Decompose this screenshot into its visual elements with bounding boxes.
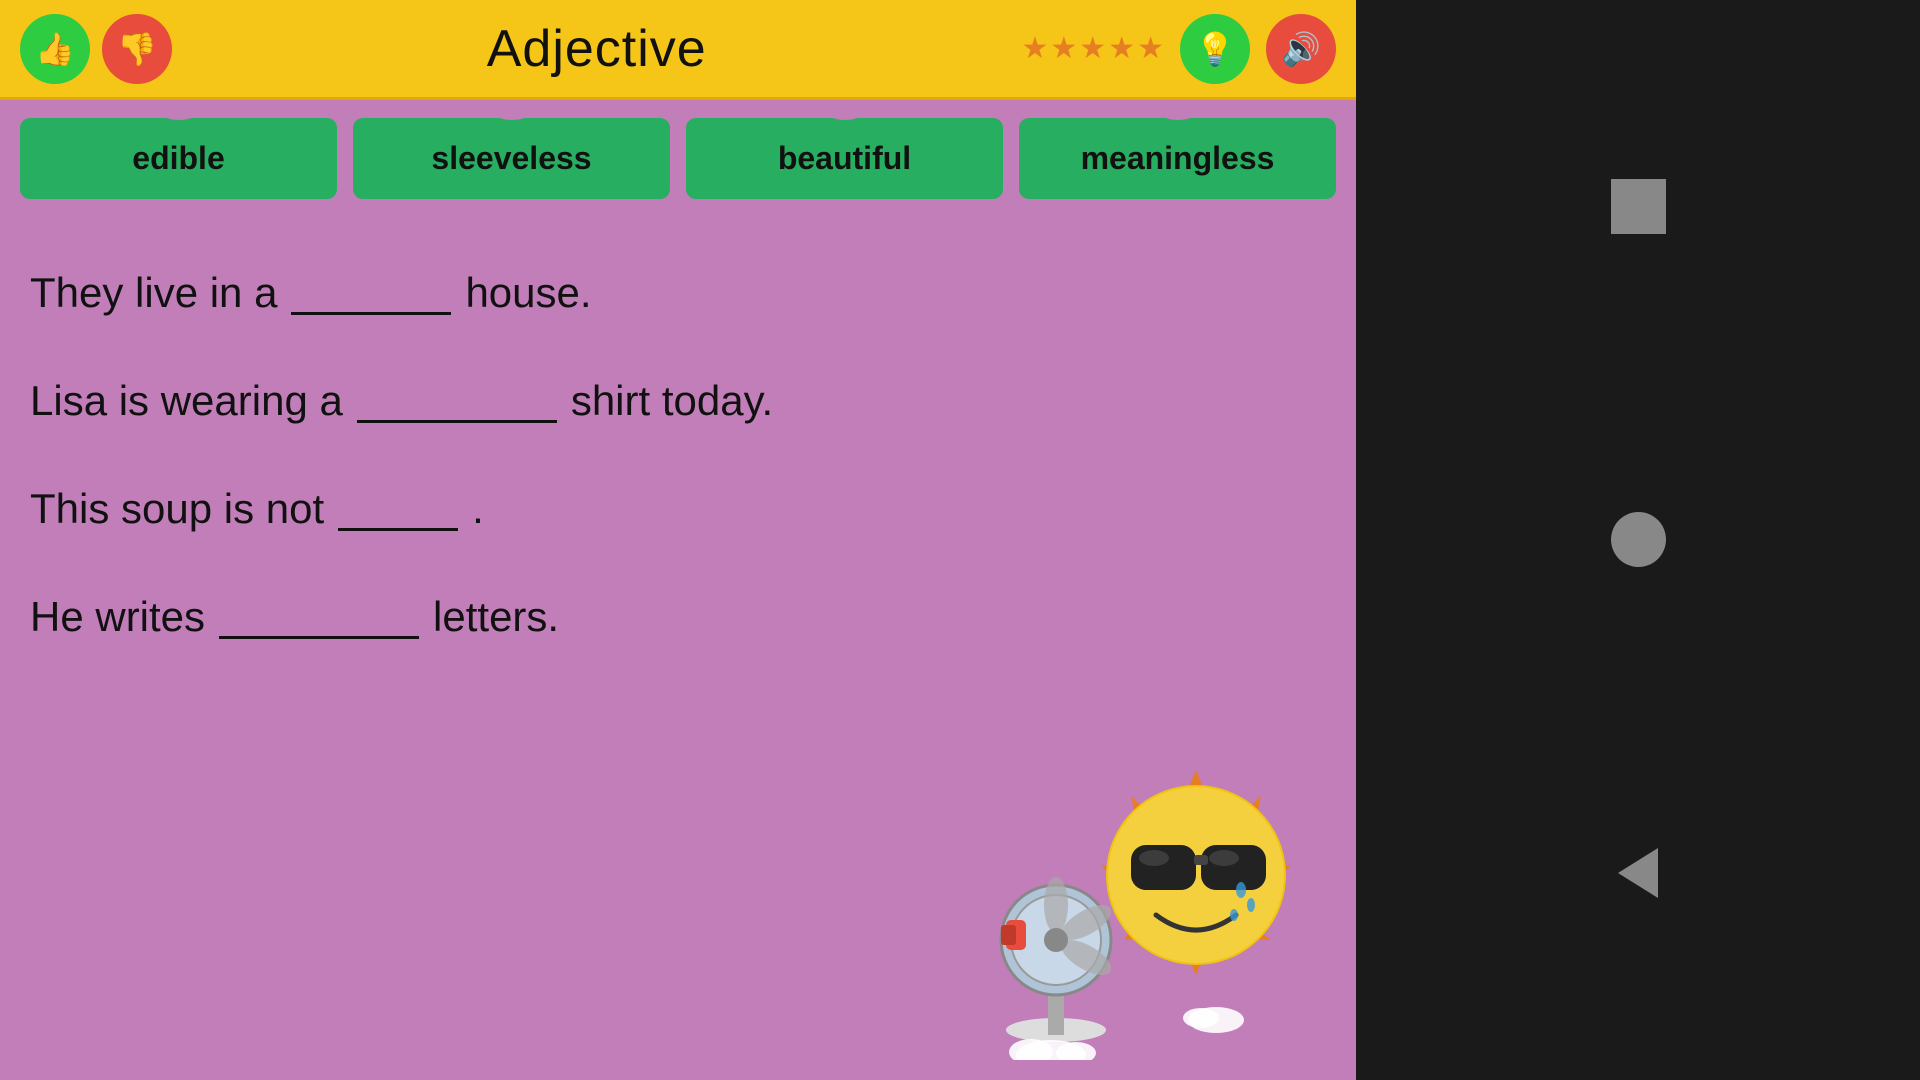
word-sleeveless-label: sleeveless: [431, 140, 591, 176]
sentence-3: This soup is not .: [30, 455, 1326, 563]
thumbs-down-icon: 👎: [117, 30, 157, 68]
sentence-1: They live in a house.: [30, 239, 1326, 347]
star-4: ★: [1108, 31, 1135, 66]
header-left-controls: 👍 👎: [20, 14, 172, 84]
star-5: ★: [1137, 31, 1164, 66]
hint-button[interactable]: 💡: [1180, 14, 1250, 84]
word-meaningless-button[interactable]: meaningless: [1019, 118, 1336, 199]
square-button[interactable]: [1611, 179, 1666, 234]
sound-button[interactable]: 🔊: [1266, 14, 1336, 84]
thumbs-up-button[interactable]: 👍: [20, 14, 90, 84]
header-bar: 👍 👎 Adjective ★ ★ ★ ★ ★ 💡 🔊: [0, 0, 1356, 100]
word-meaningless-label: meaningless: [1081, 140, 1275, 176]
sentence-1-before: They live in a: [30, 269, 277, 317]
word-sleeveless-button[interactable]: sleeveless: [353, 118, 670, 199]
lightbulb-icon: 💡: [1195, 30, 1235, 68]
word-edible-button[interactable]: edible: [20, 118, 337, 199]
sentence-1-after: house.: [465, 269, 591, 317]
sentence-4-after: letters.: [433, 593, 559, 641]
word-edible-label: edible: [132, 140, 224, 176]
star-2: ★: [1050, 31, 1077, 66]
page-title: Adjective: [172, 19, 1021, 79]
sentence-3-after: .: [472, 485, 484, 533]
thumbs-up-icon: 👍: [35, 30, 75, 68]
sentence-3-blank[interactable]: [338, 523, 458, 531]
word-beautiful-label: beautiful: [778, 140, 911, 176]
sentence-1-blank[interactable]: [291, 307, 451, 315]
sidebar-navigation: [1356, 0, 1920, 1080]
sentence-4-blank[interactable]: [219, 631, 419, 639]
star-3: ★: [1079, 31, 1106, 66]
thumbs-down-button[interactable]: 👎: [102, 14, 172, 84]
word-choices: edible sleeveless beautiful meaningless: [0, 100, 1356, 209]
back-arrow-icon: [1618, 848, 1658, 898]
word-beautiful-button[interactable]: beautiful: [686, 118, 1003, 199]
sun-illustration: [936, 760, 1336, 1060]
sentence-3-before: This soup is not: [30, 485, 324, 533]
sentence-2-after: shirt today.: [571, 377, 773, 425]
stars-rating: ★ ★ ★ ★ ★: [1021, 31, 1164, 66]
circle-button[interactable]: [1611, 512, 1666, 567]
sentence-4-before: He writes: [30, 593, 205, 641]
header-right-controls: ★ ★ ★ ★ ★ 💡 🔊: [1021, 14, 1336, 84]
sentence-4: He writes letters.: [30, 563, 1326, 671]
sound-icon: 🔊: [1281, 30, 1321, 68]
back-button[interactable]: [1611, 846, 1666, 901]
sentence-2: Lisa is wearing a shirt today.: [30, 347, 1326, 455]
sentence-2-before: Lisa is wearing a: [30, 377, 343, 425]
star-1: ★: [1021, 31, 1048, 66]
main-content-area: 👍 👎 Adjective ★ ★ ★ ★ ★ 💡 🔊: [0, 0, 1356, 1080]
sentence-2-blank[interactable]: [357, 415, 557, 423]
